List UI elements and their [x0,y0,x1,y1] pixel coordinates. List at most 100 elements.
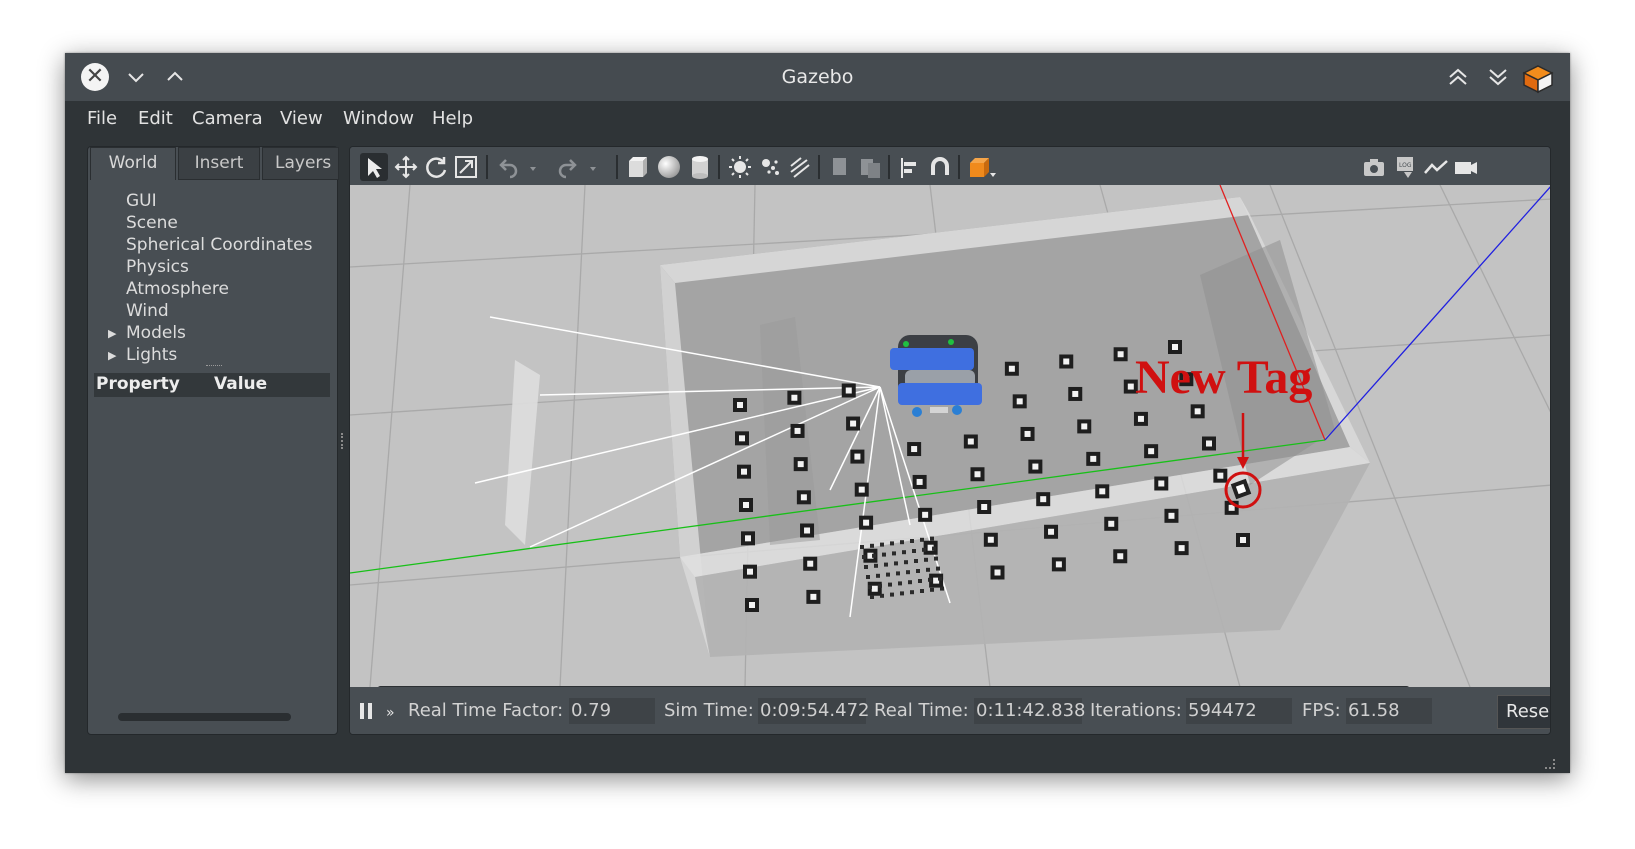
sphere-icon[interactable] [655,153,683,181]
apriltag-marker-inner [1063,358,1070,365]
small-tag-marker [890,541,894,546]
scene-viewport-panel: LOG New Tag » Real Time Factor: 0.79 Sim… [349,146,1551,735]
tree-item-atmosphere[interactable]: Atmosphere [126,279,229,299]
pause-icon[interactable] [360,703,374,719]
menu-camera[interactable]: Camera [192,108,263,129]
window-title: Gazebo [781,66,854,88]
tree-item-physics[interactable]: Physics [126,257,189,277]
apriltag-marker-inner [743,502,749,508]
scale-icon[interactable] [452,153,480,181]
point-light-icon[interactable] [726,153,754,181]
redo-dropdown-icon[interactable] [586,153,614,181]
paste-icon[interactable] [856,153,884,181]
small-tag-marker [872,553,876,558]
tab-insert[interactable]: Insert [178,147,260,180]
tab-layers[interactable]: Layers [262,147,339,180]
tree-item-lights[interactable]: Lights [126,345,177,365]
screenshot-icon[interactable] [1360,153,1388,181]
apriltag-marker-inner [1158,480,1165,487]
small-tag-marker [880,542,884,547]
rotate-icon[interactable] [422,153,450,181]
tree-item-models[interactable]: Models [126,323,186,343]
snap-icon[interactable] [926,153,954,181]
small-tag-marker [920,537,924,542]
small-tag-marker [934,556,938,561]
small-tag-marker [882,552,886,557]
select-arrow-icon[interactable] [360,153,388,181]
apriltag-marker-inner [1194,408,1201,415]
small-tag-marker [868,585,872,589]
translate-icon[interactable] [392,153,420,181]
view-angle-icon[interactable] [966,153,996,181]
expand-arrow-icon[interactable]: ▶ [108,349,116,362]
small-tag-marker [884,562,888,567]
menu-edit[interactable]: Edit [138,108,173,129]
3d-scene-view[interactable]: New Tag [350,185,1550,687]
menu-help[interactable]: Help [432,108,473,129]
tree-item-gui[interactable]: GUI [126,191,157,211]
small-tag-marker [916,569,920,573]
step-icon[interactable]: » [386,705,395,721]
horizontal-scrollbar[interactable] [118,713,291,721]
small-tag-marker [902,550,906,555]
log-icon[interactable]: LOG [1392,153,1420,181]
real-time-label: Real Time: [874,700,969,721]
apriltag-marker-inner [1048,528,1055,535]
toolbar: LOG [350,147,1550,185]
box-icon[interactable] [624,153,652,181]
apriltag-marker-inner [1127,383,1134,390]
menu-window[interactable]: Window [343,108,414,129]
menu-view[interactable]: View [280,108,323,129]
small-tag-marker [892,551,896,556]
keep-below-icon[interactable] [1483,62,1513,92]
small-tag-marker [930,536,934,541]
small-tag-marker [886,572,890,577]
apriltag-marker-inner [850,420,857,427]
apriltag-marker-inner [916,478,923,485]
record-video-icon[interactable] [1452,153,1480,181]
small-tag-marker [906,570,910,575]
robot-model[interactable] [890,335,982,417]
apriltag-marker-inner [922,511,929,518]
spot-light-icon[interactable] [756,153,784,181]
undo-dropdown-icon[interactable] [526,153,554,181]
cylinder-icon[interactable] [686,153,714,181]
small-tag-marker [936,566,940,571]
tree-item-spherical-coordinates[interactable]: Spherical Coordinates [126,235,312,255]
reset-time-button[interactable]: Rese [1497,695,1550,729]
apriltag-marker-inner [804,527,811,534]
small-tag-marker [924,557,928,562]
tree-item-scene[interactable]: Scene [126,213,178,233]
apriltag-marker-inner [1108,520,1115,527]
redo-icon[interactable] [554,153,582,181]
small-tag-marker [880,593,884,598]
panel-splitter[interactable] [341,433,343,449]
real-time-value: 0:11:42.838 [974,698,1085,724]
small-tag-marker [940,586,944,591]
apriltag-marker-inner [794,427,801,434]
apriltag-marker-inner [739,435,745,442]
directional-light-icon[interactable] [786,153,814,181]
resize-grip-icon[interactable] [1545,759,1555,769]
menu-file[interactable]: File [87,108,117,129]
small-tag-marker [930,587,934,592]
tab-world[interactable]: World [90,147,176,180]
apriltag-marker-inner [987,536,994,543]
title-bar: ✕ Gazebo [65,53,1570,101]
apriltag-marker-inner [1117,553,1124,560]
apriltag-marker-inner [1016,398,1023,405]
small-tag-marker [910,539,914,543]
copy-icon[interactable] [826,153,854,181]
apriltag-marker-inner [974,471,981,478]
apriltag-marker-inner [1206,440,1212,447]
undo-icon[interactable] [494,153,522,181]
plot-icon[interactable] [1422,153,1450,181]
tree-item-wind[interactable]: Wind [126,301,169,321]
apriltag-marker-inner [1055,561,1062,568]
expand-arrow-icon[interactable]: ▶ [108,327,116,340]
align-icon[interactable] [896,153,924,181]
iterations-value: 594472 [1186,698,1292,724]
splitter-handle[interactable] [206,365,222,368]
apriltag-marker-inner [1137,415,1144,422]
keep-above-icon[interactable] [1443,62,1473,92]
